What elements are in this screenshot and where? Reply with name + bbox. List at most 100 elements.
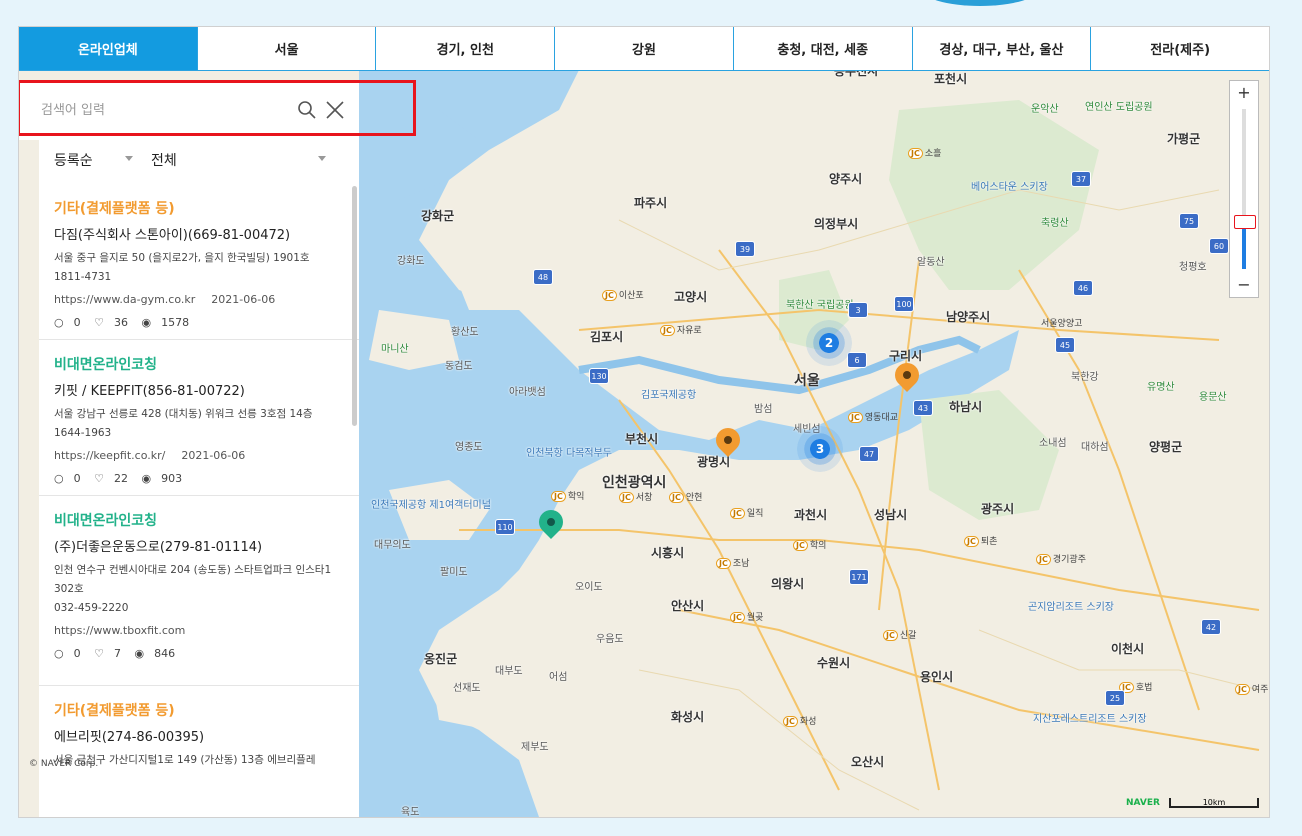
list-item[interactable]: 비대면온라인코칭 (주)더좋은운동으로(279-81-01114) 인천 연수구…	[39, 496, 359, 686]
map-label-yangpyeong: 양평군	[1149, 440, 1183, 454]
comment-icon: ○	[54, 472, 64, 485]
map-label-eoseom: 어섬	[549, 672, 568, 683]
road-sign-6: 6	[847, 352, 867, 368]
map-label-yukdo: 육도	[401, 807, 420, 818]
item-category: 비대면온라인코칭	[54, 357, 158, 373]
eye-icon: ◉	[134, 647, 145, 660]
map-label-incheon: 인천광역시	[602, 475, 667, 491]
comment-icon: ○	[54, 316, 64, 329]
item-name[interactable]: 에브리핏(274-86-00395)	[54, 726, 345, 745]
item-address: 인천 연수구 컨벤시아대로 204 (송도동) 스타트업파크 인스타1 302호	[54, 564, 332, 595]
map-label-daebudo: 대부도	[495, 666, 523, 677]
marker-cluster[interactable]: 3	[797, 426, 843, 472]
list-item[interactable]: 비대면온라인코칭 키핏 / KEEPFIT(856-81-00722) 서울 강…	[39, 340, 359, 496]
map-label-jisan: 지산포레스트리조트 스키장	[1033, 714, 1147, 725]
item-name[interactable]: 다짐(주식회사 스톤아이)(669-81-00472)	[54, 224, 345, 243]
map-label-ueumdo: 우음도	[596, 634, 624, 645]
item-url-row: https://www.da-gym.co.kr 2021-06-06	[54, 293, 345, 306]
map-label-oido: 오이도	[575, 582, 603, 593]
map-label-suwon: 수원시	[817, 656, 851, 670]
view-count: 1578	[161, 316, 190, 329]
road-sign-60: 60	[1209, 238, 1229, 254]
map-label-yangju: 양주시	[829, 172, 863, 186]
item-phone: 1644-1963	[54, 427, 112, 439]
road-sign-171: 171	[849, 569, 869, 585]
marker-cluster[interactable]: 2	[806, 320, 852, 366]
search-icon[interactable]	[297, 100, 317, 120]
map-label-yeongjongdo: 영종도	[455, 442, 483, 453]
map-label-cheongpyeongho: 청평호	[1179, 262, 1207, 273]
naver-logo: NAVER	[1126, 798, 1160, 808]
map-label-namyangju: 남양주시	[946, 310, 991, 324]
tab-seoul[interactable]: 서울	[198, 27, 377, 70]
list-item[interactable]: 기타(결제플랫폼 등) 에브리핏(274-86-00395) 서울 금천구 가산…	[39, 686, 359, 817]
item-name[interactable]: (주)더좋은운동으로(279-81-01114)	[54, 536, 345, 555]
zoom-in-button[interactable]: +	[1230, 81, 1258, 103]
junction-yeongdong-bridge: JC 영동대교	[848, 410, 898, 423]
item-url[interactable]: https://www.tboxfit.com	[54, 624, 185, 637]
map-copyright: © NAVER Corp.	[29, 759, 99, 769]
tab-online[interactable]: 온라인업체	[19, 27, 198, 70]
map-scale: 10km	[1169, 798, 1259, 808]
road-sign-3: 3	[848, 302, 868, 318]
filter-bar: 등록순 전체	[39, 140, 359, 185]
map-label-manisan: 마니산	[381, 344, 409, 355]
map-label-goyang: 고양시	[674, 290, 708, 304]
road-sign-48: 48	[533, 269, 553, 285]
category-select[interactable]: 전체	[151, 150, 177, 170]
map-label-bukhangang: 북한강	[1071, 372, 1099, 383]
item-date: 2021-06-06	[181, 449, 246, 462]
eye-icon: ◉	[141, 316, 152, 329]
junction-seochang: JC 서창	[619, 490, 652, 503]
map-label-hwangsando: 황산도	[451, 327, 479, 338]
item-url-row: https://keepfit.co.kr/2021-06-06	[54, 449, 345, 462]
chevron-down-icon	[125, 156, 133, 161]
tab-chungcheong[interactable]: 충청, 대전, 세종	[734, 27, 913, 70]
search-box	[19, 80, 359, 140]
heart-icon[interactable]: ♡	[94, 647, 104, 660]
tab-gyeongsang[interactable]: 경상, 대구, 부산, 울산	[913, 27, 1092, 70]
item-name[interactable]: 키핏 / KEEPFIT(856-81-00722)	[54, 380, 345, 399]
item-url[interactable]: https://www.da-gym.co.kr	[54, 293, 195, 306]
comment-count: 0	[73, 316, 81, 329]
search-input[interactable]	[39, 98, 263, 122]
item-address: 서울 강남구 선릉로 428 (대치동) 위워크 선릉 3호점 14층	[54, 408, 313, 420]
road-sign-47: 47	[859, 446, 879, 462]
map-label-hwaseong: 화성시	[671, 710, 705, 724]
heart-icon[interactable]: ♡	[94, 316, 104, 329]
junction-yeoju: JC 여주	[1235, 682, 1268, 695]
chevron-down-icon	[318, 156, 326, 161]
map-label-jebudo: 제부도	[521, 742, 549, 753]
junction-hagik: JC 학익	[551, 489, 584, 502]
item-date: 2021-06-06	[211, 293, 276, 306]
road-sign-110: 110	[495, 519, 515, 535]
item-category: 기타(결제플랫폼 등)	[54, 703, 175, 719]
close-icon[interactable]	[325, 100, 345, 120]
map-label-yongin: 용인시	[920, 670, 954, 684]
sort-select[interactable]: 등록순	[54, 150, 93, 170]
tab-gyeonggi-incheon[interactable]: 경기, 인천	[376, 27, 556, 70]
map-label-gwangju: 광주시	[981, 502, 1015, 516]
map-label-pocheon: 포천시	[934, 72, 968, 86]
map-label-uiwang: 의왕시	[771, 577, 805, 591]
map-label-chungnyeongsan: 축령산	[1041, 218, 1069, 229]
junction-jonam: JC 조남	[716, 556, 749, 569]
tab-gangwon[interactable]: 강원	[555, 27, 734, 70]
item-url[interactable]: https://keepfit.co.kr/	[54, 449, 165, 462]
map-label-seoul: 서울	[794, 373, 820, 389]
junction-gyeonggi-gwangju: JC 경기광주	[1036, 552, 1086, 565]
map-label-daehaseom: 대하섬	[1081, 442, 1109, 453]
list-scrollbar[interactable]	[352, 186, 357, 426]
item-category: 기타(결제플랫폼 등)	[54, 201, 175, 217]
list-item[interactable]: 기타(결제플랫폼 등) 다짐(주식회사 스톤아이)(669-81-00472) …	[39, 184, 359, 340]
map-label-unaksan: 운악산	[1031, 104, 1059, 115]
zoom-slider-handle[interactable]	[1234, 215, 1256, 229]
heart-icon[interactable]: ♡	[94, 472, 104, 485]
map-label-bamseom: 밤섬	[754, 404, 773, 415]
zoom-out-button[interactable]: −	[1230, 273, 1258, 295]
junction-singal: JC 신갈	[883, 628, 916, 641]
item-stats: ○ 0 ♡ 22 ◉ 903	[54, 472, 345, 485]
map-label-gwangmyeong: 광명시	[697, 455, 731, 469]
shop-list[interactable]: 기타(결제플랫폼 등) 다짐(주식회사 스톤아이)(669-81-00472) …	[39, 184, 359, 817]
tab-jeolla[interactable]: 전라(제주)	[1091, 27, 1269, 70]
